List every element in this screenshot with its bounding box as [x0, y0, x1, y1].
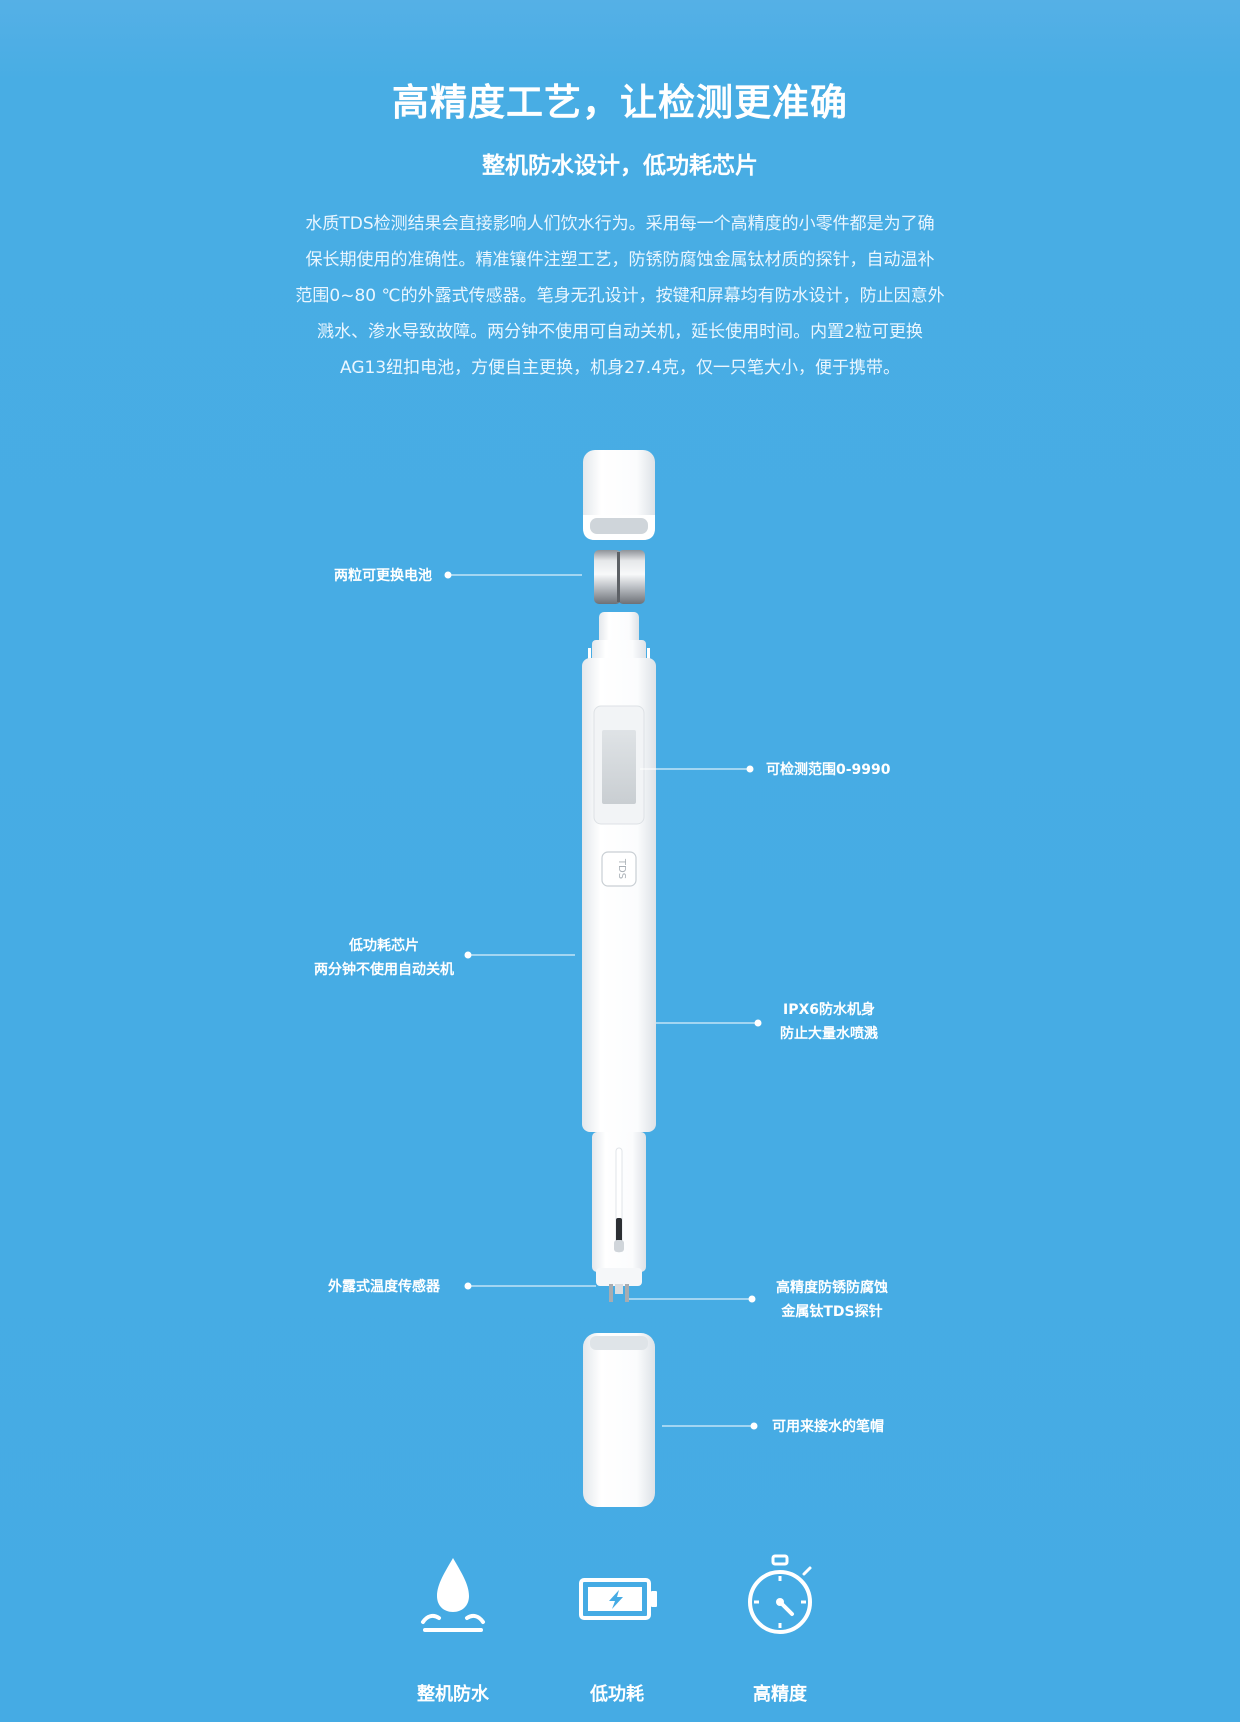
- description-line: 范围0~80 ℃的外露式传感器。笔身无孔设计，按键和屏幕均有防水设计，防止因意外: [295, 286, 945, 306]
- battery-pair: [594, 550, 645, 604]
- top-cap: [583, 450, 655, 540]
- callout-chip: 低功耗芯片 两分钟不使用自动关机: [304, 934, 464, 982]
- callout-chip-line2: 两分钟不使用自动关机: [314, 962, 454, 978]
- description-paragraph: 水质TDS检测结果会直接影响人们饮水行为。采用每一个高精度的小零件都是为了确 保…: [270, 206, 970, 386]
- callout-battery: 两粒可更换电池: [334, 568, 432, 584]
- callout-chip-line1: 低功耗芯片: [349, 938, 419, 954]
- sensor-section: [592, 1132, 646, 1302]
- water-drop-icon: [421, 1558, 485, 1632]
- tds-button-label: TDS: [616, 858, 627, 879]
- callout-waterproof-line2: 防止大量水喷溅: [780, 1026, 878, 1042]
- battery-icon: [579, 1578, 657, 1620]
- callout-probe-line2: 金属钛TDS探针: [781, 1304, 883, 1320]
- callout-waterproof-line1: IPX6防水机身: [782, 1002, 875, 1018]
- pen-body: [582, 658, 656, 1132]
- stopwatch-icon: [748, 1554, 812, 1634]
- callout-waterproof: IPX6防水机身 防止大量水喷溅: [759, 998, 899, 1046]
- feature-label: 低功耗: [590, 1684, 644, 1705]
- feature-low-power: 低功耗: [537, 1554, 697, 1706]
- body-connector: [588, 612, 650, 662]
- description-line: AG13纽扣电池，方便自主更换，机身27.4克，仅一只笔大小，便于携带。: [340, 358, 900, 378]
- callout-lines: [444, 571, 762, 1430]
- product-detail-page: 高精度工艺，让检测更准确 整机防水设计，低功耗芯片 水质TDS检测结果会直接影响…: [0, 0, 1240, 1722]
- callout-sensor: 外露式温度传感器: [328, 1279, 440, 1295]
- page-title: 高精度工艺，让检测更准确: [392, 81, 848, 124]
- feature-high-precision: 高精度: [700, 1554, 860, 1706]
- description-line: 溅水、渗水导致故障。两分钟不使用可自动关机，延长使用时间。内置2粒可更换: [317, 322, 923, 342]
- page-subtitle: 整机防水设计，低功耗芯片: [482, 153, 758, 179]
- callout-probe: 高精度防锈防腐蚀 金属钛TDS探针: [757, 1276, 907, 1324]
- description-line: 保长期使用的准确性。精准镶件注塑工艺，防锈防腐蚀金属钛材质的探针，自动温补: [305, 250, 935, 270]
- callout-probe-line1: 高精度防锈防腐蚀: [776, 1280, 888, 1296]
- feature-label: 高精度: [753, 1684, 807, 1705]
- callout-cap: 可用来接水的笔帽: [772, 1419, 884, 1435]
- description-line: 水质TDS检测结果会直接影响人们饮水行为。采用每一个高精度的小零件都是为了确: [305, 214, 935, 234]
- bottom-cap: [583, 1333, 655, 1507]
- callout-range: 可检测范围0-9990: [766, 762, 891, 778]
- feature-label: 整机防水: [417, 1684, 489, 1705]
- feature-waterproof: 整机防水: [373, 1554, 533, 1706]
